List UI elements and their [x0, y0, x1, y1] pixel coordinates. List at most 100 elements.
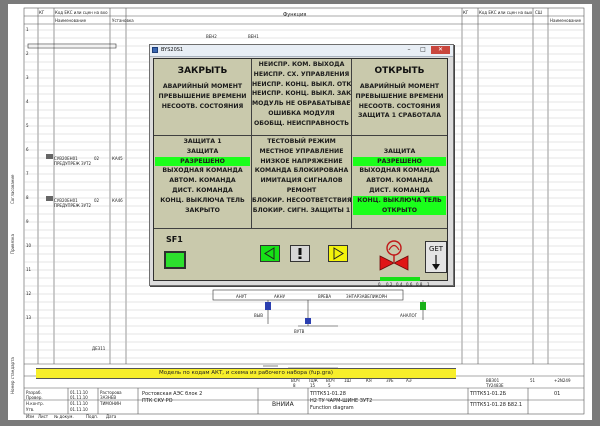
fault-item: НЕИСПР. СХ. УПРАВЛЕНИЯ — [253, 70, 350, 78]
close-status-item: АВТОМ. КОМАНДА — [169, 177, 236, 185]
tb-sheet-num: 01 — [554, 391, 561, 397]
model-note-strip: Модель по кодам АКТ, и схема из рабочего… — [36, 368, 456, 379]
close-status-item: КОНЦ. ВЫКЛЮЧА ТЕЛЬ — [160, 196, 245, 204]
tb-stamp: ВНИИА — [272, 401, 294, 408]
side-note: Привязка — [10, 234, 15, 254]
tb-date: 01.11.10 — [70, 401, 88, 406]
row-number: 6 — [26, 147, 29, 152]
open-command-button[interactable] — [328, 245, 348, 262]
tb-project: Ростовская АЭС блок 2 — [142, 391, 203, 397]
element-label: ВЫВ — [254, 313, 264, 318]
divider — [154, 135, 447, 136]
tb-desc3: Function diagram — [310, 405, 354, 411]
tb-col-head: № докум. — [54, 414, 74, 419]
open-status-item: КОНЦ. ВЫКЛЮЧА ТЕЛЬ — [353, 195, 446, 206]
signal-text: ПРЕДУПРЕЖ ЗУТ2 — [54, 161, 92, 166]
mode-item: БЛОКИР. СИГН. ЗАЩИТЫ 1 — [252, 206, 351, 214]
mode-item: ИМИТАЦИЯ СИГНАЛОВ — [260, 177, 343, 185]
close-status-item: ДИСТ. КОМАНДА — [172, 186, 233, 194]
header-col-name-left: Наименование — [55, 18, 87, 23]
tb-col-head: Подп. — [86, 414, 99, 419]
fault-item: НЕИСПР. КОНЦ. ВЫКЛ. ОТКР — [252, 80, 351, 88]
signal-ref: КА45 — [112, 156, 123, 161]
row-number: 4 — [26, 99, 29, 104]
side-note: Номер стандарта — [10, 357, 15, 394]
open-status-list: ЗАЩИТА РАЗРЕШЕНО ВЫХОДНАЯ КОМАНДА АВТОМ.… — [353, 137, 446, 216]
stop-command-button[interactable] — [290, 245, 310, 262]
app-icon — [152, 47, 158, 53]
model-note-text: Модель по кодам АКТ, и схема из рабочего… — [159, 370, 333, 376]
mode-item: РЕМОНТ — [286, 186, 317, 194]
close-command-button[interactable] — [260, 245, 280, 262]
close-button[interactable]: ✕ — [431, 46, 450, 54]
element-label: ВУТВ — [294, 329, 305, 334]
open-header: ОТКРЫТЬ — [374, 66, 425, 76]
exclamation-icon — [298, 248, 302, 259]
tb-role: Провер. — [26, 395, 43, 400]
mode-list: ТЕСТОВЫЙ РЕЖИМ МЕСТНОЕ УПРАВЛЕНИЕ НИЗКОЕ… — [252, 137, 351, 215]
element-label: ЗНТАРЗАВЕЛИКОРН — [346, 294, 388, 299]
header-col-code-out: Код ЕКС или сцен на вых — [479, 10, 533, 15]
mode-item: КОМАНДА БЛОКИРОВАНА — [254, 167, 349, 175]
open-alarm-item: АВАРИЙНЫЙ МОМЕНТ — [359, 83, 440, 90]
open-status-item: ЗАЩИТА — [383, 147, 416, 155]
tb-project2: ПТК СКУ РО — [142, 398, 173, 404]
tb-date: 01.11.10 — [70, 407, 88, 412]
open-status-item: РАЗРЕШЕНО — [353, 156, 446, 167]
row-number: 5 — [26, 123, 29, 128]
bottom-code: 8 — [293, 383, 296, 388]
close-status-item: ВЫХОДНАЯ КОМАНДА — [162, 167, 243, 175]
fault-item: НЕИСПР. КОМ. ВЫХОДА — [258, 61, 345, 68]
fault-item: ОШИБКА МОДУЛЯ — [268, 109, 335, 117]
position-scale: 0 0.2 0.4 0.6 0.8 1 — [378, 282, 434, 288]
dialog-titlebar[interactable]: BYS20S1 – □ ✕ — [150, 45, 453, 57]
tb-right-code3: +2N249 — [554, 378, 571, 383]
tb-desc2: Н2 ТУ ЧАРМ-ШИНЕ ЗУТ2 — [310, 398, 373, 404]
maximize-button[interactable]: □ — [416, 46, 430, 54]
bottom-code: 5 — [328, 383, 331, 388]
scale-tick: 0.2 — [386, 282, 393, 287]
open-status-item: АВТОМ. КОМАНДА — [366, 177, 433, 185]
element-label: АНАЛОГ — [400, 313, 418, 318]
tb-person: ТИМОНИН — [100, 401, 122, 406]
valve-control-dialog: BYS20S1 – □ ✕ ЗАКРЫТЬ ОТКРЫТЬ АВАРИЙНЫЙ … — [149, 44, 454, 288]
tb-code: ТПТК51-01.2Б — [470, 391, 507, 397]
sf1-indicator[interactable] — [164, 251, 186, 269]
fault-item: ОБОБЩ. НЕИСПРАВНОСТЬ — [254, 119, 349, 127]
tb-code2: ТПТК51-01.28 Б82.1 — [470, 402, 523, 408]
signal-text: ПРЕДУПРЕЖ ЗУТ2 — [54, 203, 92, 208]
tb-frame-num: 51 — [530, 378, 536, 383]
mode-item: НИЗКОЕ НАПРЯЖЕНИЕ — [260, 157, 343, 165]
row-number: 7 — [26, 171, 29, 176]
close-alarm-item: НЕСООТВ. СОСТОЯНИЯ — [161, 102, 244, 110]
header-col-kg: КГ — [39, 10, 45, 15]
header-col-code-in: Код ЕКС или сцен на вхо — [55, 10, 108, 15]
divider — [154, 228, 447, 229]
fault-list: НЕИСПР. КОМ. ВЫХОДА НЕИСПР. СХ. УПРАВЛЕН… — [252, 60, 351, 129]
tb-role: Н.контр. — [26, 401, 44, 406]
mode-item: ТЕСТОВЫЙ РЕЖИМ — [267, 138, 336, 145]
signal-num: 02 — [94, 198, 100, 203]
close-alarms: АВАРИЙНЫЙ МОМЕНТ ПРЕВЫШЕНИЕ ВРЕМЕНИ НЕСО… — [154, 82, 251, 111]
fault-item: МОДУЛЬ НЕ ОБРАБАТЫВАЕТ — [252, 100, 351, 108]
sf1-label: SF1 — [166, 235, 183, 244]
header-col-name-right: Наименование — [550, 18, 582, 23]
tb-right-code2: ТУ2483Е — [486, 383, 504, 388]
header-col-kg-right: КГ — [463, 10, 469, 15]
open-status-item — [353, 137, 446, 147]
row-number: 10 — [26, 243, 32, 248]
row-number: 3 — [26, 75, 29, 80]
open-alarm-item: ЗАЩИТА 1 СРАБОТАЛА — [358, 112, 441, 120]
valve-icon[interactable] — [374, 237, 414, 275]
bottom-code: ДЕ311 — [92, 346, 106, 351]
tb-date: 01.11.10 — [70, 395, 88, 400]
get-button[interactable]: GET — [425, 241, 447, 273]
arrow-down-icon — [432, 255, 440, 270]
tb-col-head: Лист — [38, 414, 49, 419]
minimize-button[interactable]: – — [402, 46, 416, 54]
valve-position-bar — [380, 277, 420, 281]
arrow-right-icon — [333, 247, 344, 260]
element-label: ВРЕВА — [318, 294, 332, 299]
row-number: 8 — [26, 195, 29, 200]
scale-tick: 0.8 — [416, 282, 423, 287]
